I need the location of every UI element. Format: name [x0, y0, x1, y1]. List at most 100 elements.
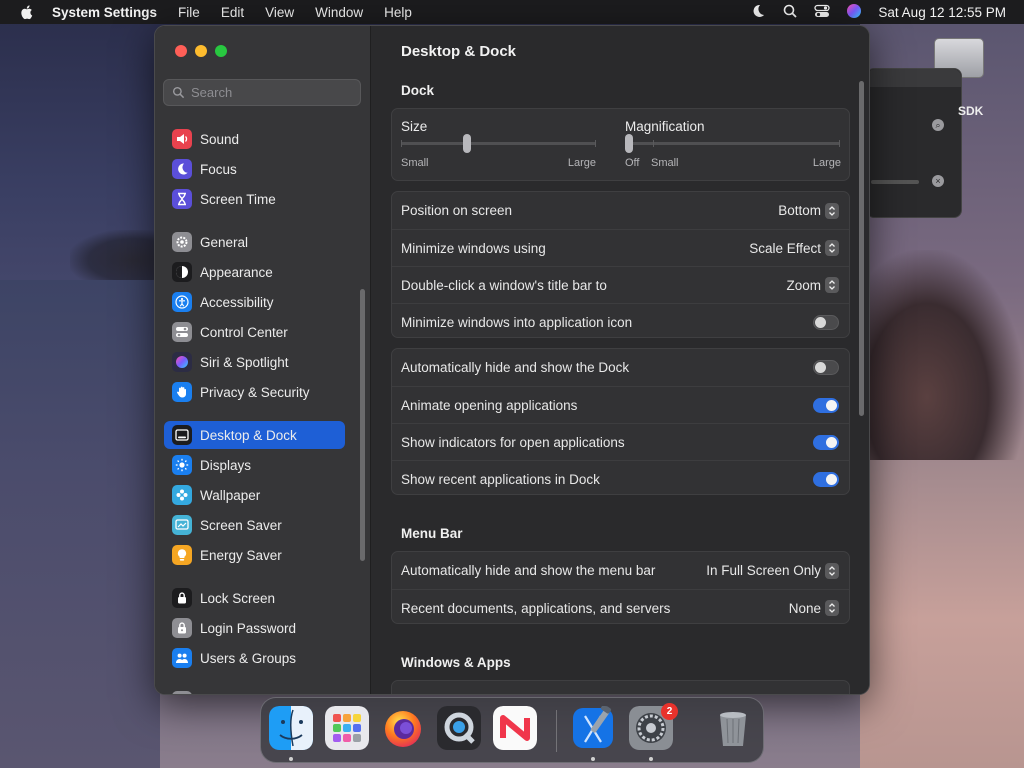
clock-datetime[interactable]: Sat Aug 12 12:55 PM [878, 5, 1006, 20]
setting-row-show-indicators-for-open-applications: Show indicators for open applications [392, 423, 849, 460]
minimize-windows-using-popup[interactable]: Scale Effect [749, 240, 839, 256]
lock-icon [172, 588, 192, 608]
magnification-slider-track[interactable] [625, 142, 840, 145]
quicktime-icon[interactable] [437, 706, 481, 750]
spotlight-search-icon[interactable] [782, 3, 798, 22]
finder-icon[interactable] [269, 706, 313, 750]
magnification-tick-max [839, 140, 840, 147]
sidebar-item-accessibility[interactable]: Accessibility [164, 288, 345, 316]
sidebar-scrollbar[interactable] [360, 289, 365, 561]
sidebar-item-label: Login Password [200, 620, 297, 636]
trash-icon[interactable] [711, 706, 755, 750]
size-tick-max [595, 140, 596, 147]
dock-running-indicator [289, 757, 293, 761]
background-window: ⌕ × [866, 68, 962, 218]
chevron-up-down-icon [825, 277, 839, 293]
sidebar-list: Sound Focus Screen Time General Appearance Ac… [155, 114, 371, 695]
windows-apps-group [391, 680, 850, 694]
background-search-icon: ⌕ [932, 119, 944, 131]
content-scrollbar[interactable] [859, 81, 864, 416]
news-icon[interactable] [493, 706, 537, 750]
disk-label: SDK [958, 104, 984, 118]
sidebar-item-general[interactable]: General [164, 228, 345, 256]
setting-row-position-on-screen: Position on screen Bottom [392, 192, 849, 229]
sidebar-item-label: Users & Groups [200, 650, 297, 666]
menu-file[interactable]: File [178, 5, 200, 20]
gear-icon [172, 232, 192, 252]
size-slider-knob[interactable] [462, 134, 471, 153]
setting-label: Minimize windows into application icon [401, 314, 633, 330]
system-settings-window: Sound Focus Screen Time General Appearance Ac… [154, 25, 870, 695]
size-min-label: Small [401, 157, 429, 169]
sidebar-item-label: Energy Saver [200, 547, 282, 563]
chevron-up-down-icon [825, 600, 839, 616]
sidebar-item-label: Focus [200, 161, 237, 177]
xcode-icon[interactable] [571, 706, 615, 750]
sidebar-item-passwords[interactable]: Passwords [164, 687, 345, 695]
sidebar-item-desktop-dock[interactable]: Desktop & Dock [164, 421, 345, 449]
zoom-window-button[interactable] [215, 45, 227, 57]
dock-running-indicator [649, 757, 653, 761]
control-center-icon[interactable] [814, 3, 831, 22]
menu-window[interactable]: Window [315, 5, 363, 20]
app-name-menu[interactable]: System Settings [52, 5, 157, 20]
automatically-hide-and-show-the-dock-toggle[interactable] [813, 360, 839, 375]
sidebar-item-sound[interactable]: Sound [164, 125, 345, 153]
sidebar-item-screen-time[interactable]: Screen Time [164, 185, 345, 213]
menu-bar: System Settings File Edit View Window He… [0, 0, 1024, 24]
show-indicators-for-open-applications-toggle[interactable] [813, 434, 839, 450]
minimize-window-button[interactable] [195, 45, 207, 57]
window-controls [175, 45, 227, 57]
setting-row-automatically-hide-and-show-the-dock: Automatically hide and show the Dock [392, 349, 849, 386]
sidebar: Sound Focus Screen Time General Appearance Ac… [155, 26, 371, 695]
sidebar-item-control-center[interactable]: Control Center [164, 318, 345, 346]
magnification-slider-knob[interactable] [625, 134, 633, 153]
search-input[interactable] [191, 85, 351, 100]
menu-view[interactable]: View [265, 5, 294, 20]
accessibility-icon [172, 292, 192, 312]
size-slider-track[interactable] [401, 142, 596, 145]
sidebar-item-energy-saver[interactable]: Energy Saver [164, 541, 345, 569]
close-window-button[interactable] [175, 45, 187, 57]
sidebar-item-label: Siri & Spotlight [200, 354, 289, 370]
firefox-icon[interactable] [381, 706, 425, 750]
sidebar-item-displays[interactable]: Displays [164, 451, 345, 479]
wallpaper-left [0, 280, 160, 768]
sidebar-item-screen-saver[interactable]: Screen Saver [164, 511, 345, 539]
sidebar-item-users-groups[interactable]: Users & Groups [164, 644, 345, 672]
sidebar-item-siri-spotlight[interactable]: Siri & Spotlight [164, 348, 345, 376]
sidebar-item-wallpaper[interactable]: Wallpaper [164, 481, 345, 509]
position-on-screen-popup[interactable]: Bottom [778, 202, 839, 219]
menu-edit[interactable]: Edit [221, 5, 244, 20]
sidebar-item-login-password[interactable]: Login Password [164, 614, 345, 642]
magnification-tick-small [653, 140, 654, 147]
siri-icon[interactable] [846, 3, 862, 22]
apple-menu-icon[interactable] [0, 4, 52, 21]
sidebar-item-label: Control Center [200, 324, 288, 340]
popup-value: None [788, 600, 821, 616]
content-pane: Desktop & Dock Dock Size Small Large Mag… [371, 26, 869, 694]
setting-label: Show recent applications in Dock [401, 471, 600, 487]
animate-opening-applications-toggle[interactable] [813, 397, 839, 413]
sidebar-item-focus[interactable]: Focus [164, 155, 345, 183]
show-recent-applications-in-dock-toggle[interactable] [813, 471, 839, 487]
minimize-windows-into-application-icon-toggle[interactable] [813, 314, 839, 330]
setting-row-minimize-windows-into-application-icon: Minimize windows into application icon [392, 303, 849, 340]
sidebar-item-lock-screen[interactable]: Lock Screen [164, 584, 345, 612]
menu-help[interactable]: Help [384, 5, 412, 20]
automatically-hide-and-show-the-menu-bar-popup[interactable]: In Full Screen Only [706, 562, 839, 579]
sidebar-item-privacy-security[interactable]: Privacy & Security [164, 378, 345, 406]
launchpad-icon[interactable] [325, 706, 369, 750]
sidebar-item-label: Displays [200, 457, 252, 473]
recent-documents-applications-and-servers-popup[interactable]: None [789, 600, 839, 616]
sidebar-item-label: Wallpaper [200, 487, 261, 503]
focus-moon-icon[interactable] [750, 3, 766, 22]
background-progress-line [871, 180, 919, 184]
siri-icon [172, 352, 192, 372]
sun-icon [172, 455, 192, 475]
setting-label: Show indicators for open applications [401, 434, 625, 450]
sidebar-item-appearance[interactable]: Appearance [164, 258, 345, 286]
sidebar-search[interactable] [163, 79, 361, 106]
double-click-a-window-s-title-bar-to-popup[interactable]: Zoom [786, 277, 839, 293]
sidebar-item-label: Passwords [200, 694, 266, 695]
